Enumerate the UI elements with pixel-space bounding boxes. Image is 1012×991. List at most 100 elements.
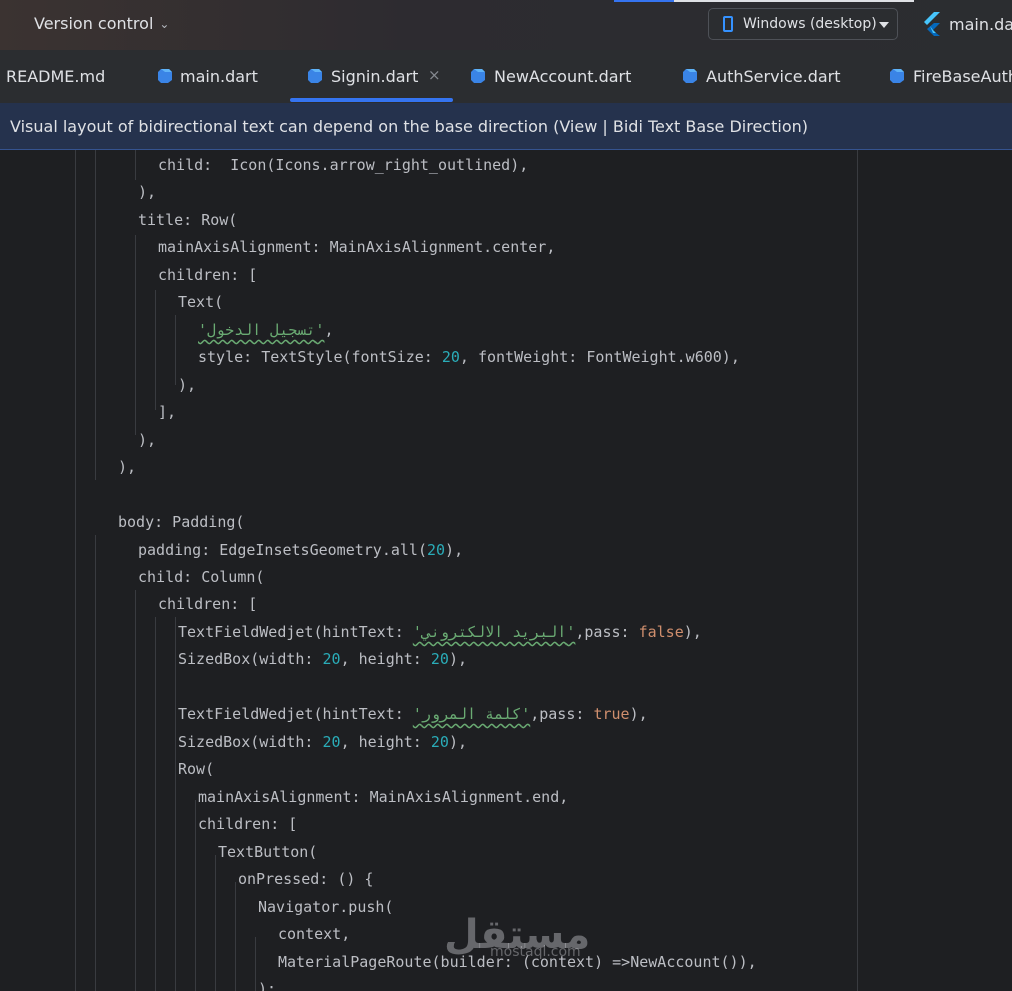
- tab-main-dart[interactable]: main.dart: [150, 50, 270, 103]
- indent-guide: [75, 150, 76, 991]
- indent-guide: [135, 150, 136, 180]
- number-literal: 20: [322, 733, 341, 751]
- tab-label: FireBaseAuth: [913, 67, 1012, 86]
- code-line: ],: [158, 403, 177, 421]
- code-line: ),: [118, 458, 137, 476]
- code-line: child: Icon(Icons.arrow_right_outlined),: [158, 156, 529, 174]
- code-line: );: [258, 980, 277, 991]
- right-margin-guide: [857, 150, 858, 991]
- code-token: ),: [448, 733, 467, 751]
- dart-file-icon: [471, 69, 485, 83]
- code-token: TextFieldWedjet(hintText:: [178, 623, 413, 641]
- code-token: ),: [445, 541, 464, 559]
- keyword-literal: false: [638, 623, 684, 641]
- code-token: , height:: [340, 650, 431, 668]
- number-literal: 20: [430, 650, 449, 668]
- toolbar-top-accent: [614, 0, 914, 2]
- indent-guide: [255, 937, 256, 991]
- code-line: title: Row(: [138, 211, 238, 229]
- tab-label: AuthService.dart: [706, 67, 841, 86]
- number-literal: 20: [426, 541, 446, 559]
- close-icon[interactable]: ×: [428, 66, 441, 84]
- code-line: mainAxisAlignment: MainAxisAlignment.cen…: [158, 238, 556, 256]
- indent-guide: [135, 235, 136, 435]
- chevron-down-icon: ⌄: [159, 17, 170, 31]
- tab-label: README.md: [6, 67, 106, 86]
- code-line: SizedBox(width: 20, height: 20),: [178, 729, 467, 756]
- code-line: TextButton(: [218, 843, 318, 861]
- code-line: style: TextStyle(fontSize: 20, fontWeigh…: [198, 344, 740, 371]
- code-line: Navigator.push(: [258, 898, 394, 916]
- tab-label: Signin.dart: [331, 67, 419, 86]
- code-line: body: Padding(: [118, 513, 245, 531]
- dart-file-icon: [308, 69, 322, 83]
- code-token: SizedBox(width:: [178, 650, 323, 668]
- code-line: TextFieldWedjet(hintText: 'البريد الالكت…: [178, 619, 702, 646]
- tab-readme[interactable]: README.md: [0, 50, 130, 103]
- flutter-icon: [924, 12, 940, 36]
- code-token: ,: [324, 321, 334, 339]
- code-line: padding: EdgeInsetsGeometry.all(20),: [138, 537, 463, 564]
- main-toolbar: Version control ⌄ Windows (desktop) main.…: [0, 0, 1012, 50]
- code-token: ),: [683, 623, 702, 641]
- string-literal: 'كلمة المرور': [412, 705, 531, 723]
- code-line: ),: [178, 376, 197, 394]
- code-token: padding: EdgeInsetsGeometry.all(: [138, 541, 427, 559]
- active-tab-indicator: [290, 98, 453, 102]
- code-token: , fontWeight: FontWeight.w600),: [459, 348, 740, 366]
- tab-authservice-dart[interactable]: AuthService.dart: [675, 50, 855, 103]
- indent-guide: [175, 617, 176, 991]
- code-line: ),: [138, 431, 157, 449]
- code-token: SizedBox(width:: [178, 733, 323, 751]
- code-editor[interactable]: child: Icon(Icons.arrow_right_outlined),…: [0, 150, 1012, 991]
- code-line: mainAxisAlignment: MainAxisAlignment.end…: [198, 788, 569, 806]
- code-line: Text(: [178, 293, 224, 311]
- tab-newaccount-dart[interactable]: NewAccount.dart: [463, 50, 643, 103]
- tab-firebaseauth[interactable]: FireBaseAuth: [882, 50, 1012, 103]
- string-literal: 'البريد الالكتروني': [412, 623, 576, 641]
- code-line: child: Column(: [138, 568, 265, 586]
- indent-guide: [215, 855, 216, 991]
- device-selector-label: Windows (desktop): [743, 16, 877, 32]
- code-line: 'تسجيل الدخول',: [198, 317, 333, 344]
- code-line: SizedBox(width: 20, height: 20),: [178, 646, 467, 673]
- tab-label: main.dart: [180, 67, 258, 86]
- code-token: ),: [629, 705, 648, 723]
- indent-guide: [155, 617, 156, 991]
- version-control-menu[interactable]: Version control ⌄: [34, 14, 169, 33]
- dart-file-icon: [683, 69, 697, 83]
- editor-tabs: README.md main.dart Signin.dart × NewAcc…: [0, 50, 1012, 104]
- number-literal: 20: [430, 733, 449, 751]
- string-literal: 'تسجيل الدخول': [198, 321, 325, 339]
- indent-guide: [155, 290, 156, 410]
- indent-guide: [175, 315, 176, 385]
- code-line: children: [: [158, 266, 258, 284]
- code-token: ,pass:: [530, 705, 594, 723]
- watermark-url: mostaql.com: [490, 944, 581, 960]
- tab-label: NewAccount.dart: [494, 67, 632, 86]
- tab-signin-dart[interactable]: Signin.dart ×: [290, 50, 453, 103]
- code-token: TextFieldWedjet(hintText:: [178, 705, 413, 723]
- code-token: , height:: [340, 733, 431, 751]
- number-literal: 20: [322, 650, 341, 668]
- toolbar-top-accent-blue: [614, 0, 674, 2]
- dart-file-icon: [158, 69, 172, 83]
- bidi-info-banner: Visual layout of bidirectional text can …: [0, 103, 1012, 150]
- code-token: ),: [448, 650, 467, 668]
- code-line: children: [: [158, 595, 258, 613]
- code-line: onPressed: () {: [238, 870, 374, 888]
- banner-text: Visual layout of bidirectional text can …: [10, 117, 808, 136]
- run-configuration-label: main.dart: [949, 15, 1012, 34]
- code-line: Row(: [178, 760, 215, 778]
- version-control-label: Version control: [34, 14, 154, 33]
- indent-guide: [235, 882, 236, 991]
- indent-guide: [95, 150, 96, 480]
- number-literal: 20: [441, 348, 460, 366]
- indent-guide: [95, 535, 96, 991]
- code-line: ),: [138, 183, 157, 201]
- device-selector[interactable]: Windows (desktop): [708, 8, 898, 40]
- indent-guide: [135, 590, 136, 991]
- indent-guide: [195, 800, 196, 991]
- phone-icon: [723, 16, 733, 32]
- code-line: children: [: [198, 815, 298, 833]
